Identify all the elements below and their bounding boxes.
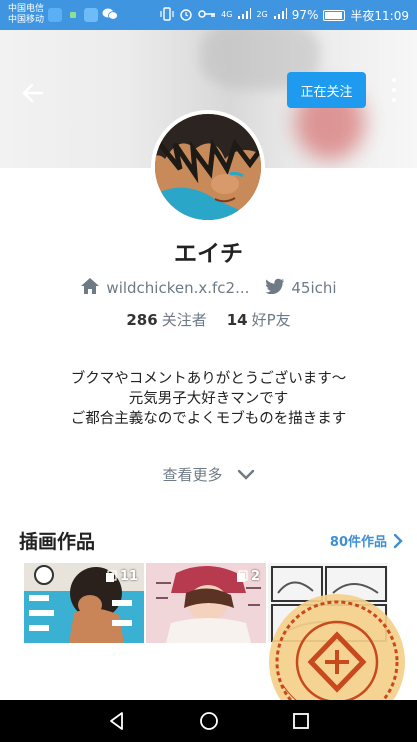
- back-button[interactable]: [20, 80, 46, 106]
- profile-links: wildchicken.x.fc2... 45ichi: [0, 277, 417, 299]
- nav-home-button[interactable]: [198, 710, 220, 732]
- dot-icon: [392, 78, 396, 82]
- status-bar: 中国电信 中国移动 4G 2G 97% 半夜11:09: [0, 0, 417, 30]
- friends-stat[interactable]: 14 好P友: [227, 309, 291, 330]
- see-more-label: 查看更多: [162, 466, 223, 484]
- home-icon: [80, 277, 100, 299]
- illustrations-title: 插画作品: [19, 531, 96, 553]
- twitter-link[interactable]: 45ichi: [291, 279, 336, 297]
- chevron-right-icon: [393, 533, 403, 548]
- clock: 半夜11:09: [350, 8, 409, 23]
- work-thumbnail[interactable]: [268, 563, 388, 643]
- website-link[interactable]: wildchicken.x.fc2...: [106, 279, 249, 297]
- carrier-2: 中国移动: [8, 15, 45, 25]
- twitter-icon: [265, 278, 285, 298]
- following-button[interactable]: 正在关注: [287, 72, 366, 108]
- profile-stats: 286 关注者 14 好P友: [0, 309, 417, 330]
- followers-stat[interactable]: 286 关注者: [126, 309, 206, 330]
- network-1-label: 4G: [221, 10, 233, 19]
- friends-label: 好P友: [251, 311, 291, 329]
- dot-icon: [66, 8, 80, 22]
- work-thumbnail[interactable]: 2: [146, 563, 266, 643]
- page-count-badge: 2: [236, 569, 260, 584]
- work-thumbnail[interactable]: 11: [24, 563, 144, 643]
- multi-page-icon: [105, 570, 117, 582]
- more-options-button[interactable]: [388, 78, 400, 102]
- bio-line: ご都合主義なのでよくモブものを描きます: [70, 411, 347, 427]
- dot-icon: [392, 88, 396, 92]
- page-count: 2: [250, 569, 260, 584]
- see-more-button[interactable]: 查看更多: [0, 464, 417, 485]
- app-notification-icon: [48, 8, 63, 22]
- carrier-1: 中国电信: [8, 4, 45, 14]
- friends-count: 14: [226, 311, 248, 329]
- browser-icon: [84, 8, 99, 22]
- bio-line: 元気男子大好きマンです: [128, 391, 289, 407]
- bio-line: ブクマやコメントありがとうございます～: [70, 371, 347, 387]
- profile-name: エイチ: [174, 241, 243, 267]
- dot-icon: [392, 98, 396, 102]
- page-count-badge: 11: [105, 569, 138, 584]
- vibrate-icon: [160, 6, 174, 24]
- carrier-info: 中国电信 中国移动: [8, 4, 44, 26]
- signal-1-icon: [237, 7, 252, 23]
- system-nav-bar: [0, 700, 417, 742]
- network-2-label: 2G: [256, 10, 268, 19]
- wechat-icon: [102, 7, 118, 24]
- arrow-left-icon: [22, 83, 44, 103]
- nav-recents-button[interactable]: [290, 710, 312, 732]
- triangle-back-icon: [109, 712, 123, 730]
- alarm-icon: [179, 7, 193, 24]
- notification-icons: [48, 7, 118, 24]
- avatar[interactable]: [151, 110, 265, 224]
- status-right: 4G 2G 97% 半夜11:09: [160, 6, 409, 24]
- works-list: 11 2: [24, 563, 417, 643]
- battery-icon: [323, 9, 346, 21]
- square-recents-icon: [292, 713, 309, 729]
- works-count-label: 80件作品: [329, 535, 387, 550]
- signal-2-icon: [273, 7, 287, 23]
- all-works-link[interactable]: 80件作品: [330, 531, 403, 550]
- profile-bio: ブクマやコメントありがとうございます～ 元気男子大好きマンです ご都合主義なので…: [0, 369, 417, 429]
- key-icon: [198, 8, 216, 23]
- followers-count: 286: [126, 311, 158, 329]
- followers-label: 关注者: [161, 311, 207, 329]
- multi-page-icon: [236, 570, 248, 582]
- battery-percent: 97%: [291, 8, 319, 22]
- page-count: 11: [119, 569, 138, 584]
- chevron-down-icon: [237, 469, 254, 480]
- nav-back-button[interactable]: [106, 710, 128, 732]
- circle-home-icon: [199, 712, 218, 730]
